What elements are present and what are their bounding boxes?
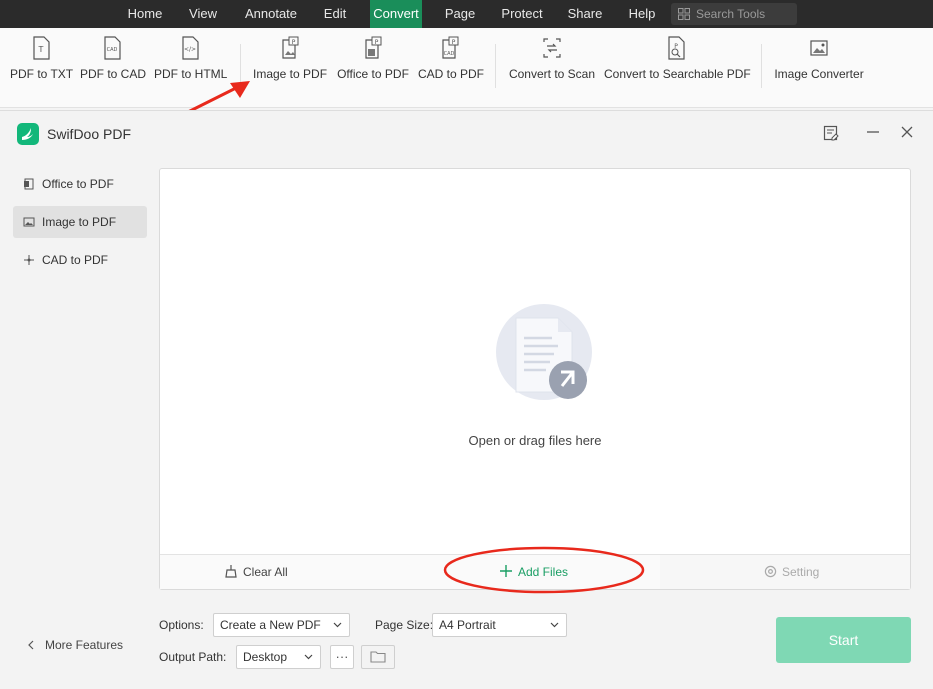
- minimize-icon[interactable]: [864, 125, 882, 143]
- image-icon: [23, 217, 35, 227]
- image-converter-icon: [810, 40, 828, 56]
- menu-edit[interactable]: Edit: [315, 0, 355, 28]
- search-tools-icon: [678, 8, 690, 20]
- svg-text:P: P: [375, 39, 379, 46]
- pdf-to-cad-label: PDF to CAD: [80, 67, 147, 81]
- pdf-to-txt-label: PDF to TXT: [10, 67, 74, 81]
- convert-to-scan-button[interactable]: Convert to Scan: [508, 36, 596, 81]
- upload-document-icon: [496, 304, 592, 400]
- menu-home[interactable]: Home: [117, 0, 173, 28]
- convert-to-scan-icon: [543, 38, 561, 58]
- svg-text:</>: </>: [184, 46, 196, 53]
- ribbon-separator: [761, 44, 762, 88]
- clear-all-button[interactable]: Clear All: [224, 555, 304, 589]
- more-features-label: More Features: [45, 638, 124, 652]
- office-to-pdf-icon: P: [365, 36, 382, 59]
- menu-share[interactable]: Share: [562, 0, 608, 28]
- office-icon: [24, 178, 34, 190]
- office-to-pdf-button[interactable]: P Office to PDF: [336, 36, 410, 81]
- sidebar-item-label: Image to PDF: [42, 215, 117, 229]
- menu-view[interactable]: View: [181, 0, 225, 28]
- setting-button[interactable]: Setting: [764, 555, 834, 589]
- pdf-to-html-icon: </>: [182, 36, 199, 60]
- chevron-down-icon: [550, 622, 559, 628]
- start-button[interactable]: Start: [776, 617, 911, 663]
- menu-page[interactable]: Page: [438, 0, 482, 28]
- options-label: Options:: [159, 618, 204, 632]
- search-tools-placeholder: Search Tools: [696, 7, 766, 21]
- convert-ribbon: T PDF to TXT CAD PDF to CAD </> PDF to H…: [0, 28, 933, 108]
- pdf-to-txt-button[interactable]: T PDF to TXT: [10, 36, 74, 81]
- menu-help[interactable]: Help: [621, 0, 663, 28]
- page-size-label: Page Size:: [375, 618, 434, 632]
- image-converter-button[interactable]: Image Converter: [773, 36, 865, 81]
- output-path-select[interactable]: Desktop: [236, 645, 321, 669]
- page-size-select[interactable]: A4 Portrait: [432, 613, 567, 637]
- svg-text:T: T: [38, 45, 44, 54]
- clear-all-label: Clear All: [243, 565, 288, 579]
- options-select[interactable]: Create a New PDF: [213, 613, 350, 637]
- svg-text:CAD: CAD: [444, 51, 455, 57]
- sidebar-item-label: CAD to PDF: [42, 253, 109, 267]
- office-to-pdf-label: Office to PDF: [337, 67, 409, 81]
- browse-more-button[interactable]: ···: [330, 645, 354, 669]
- image-to-pdf-button[interactable]: P Image to PDF: [253, 36, 327, 81]
- chevron-down-icon: [304, 654, 313, 660]
- searchable-pdf-icon: P: [668, 36, 685, 60]
- options-value: Create a New PDF: [220, 618, 321, 632]
- folder-icon: [370, 651, 386, 663]
- convert-to-searchable-pdf-button[interactable]: P Convert to Searchable PDF: [604, 36, 751, 81]
- image-converter-label: Image Converter: [774, 67, 864, 81]
- open-folder-button[interactable]: [361, 645, 395, 669]
- menu-annotate[interactable]: Annotate: [236, 0, 306, 28]
- pdf-to-cad-button[interactable]: CAD PDF to CAD: [80, 36, 147, 81]
- image-to-pdf-label: Image to PDF: [253, 67, 328, 81]
- drop-zone-hint: Open or drag files here: [468, 433, 602, 448]
- gear-icon: [764, 565, 777, 578]
- search-tools-input[interactable]: Search Tools: [671, 3, 797, 25]
- page-size-value: A4 Portrait: [439, 618, 496, 632]
- close-icon[interactable]: [898, 125, 916, 143]
- annotation-ellipse: [443, 546, 645, 594]
- swifdoo-logo-icon: [17, 123, 39, 145]
- output-path-value: Desktop: [243, 650, 288, 664]
- chevron-left-icon: [28, 640, 34, 650]
- svg-text:CAD: CAD: [107, 47, 118, 53]
- sidebar-item-label: Office to PDF: [42, 177, 114, 191]
- convert-to-searchable-pdf-label: Convert to Searchable PDF: [604, 67, 751, 81]
- sidebar-item-cad-to-pdf[interactable]: CAD to PDF: [13, 244, 147, 276]
- menu-convert[interactable]: Convert: [370, 0, 422, 28]
- menu-bar: Home View Annotate Edit Convert Page Pro…: [0, 0, 933, 28]
- convert-to-scan-label: Convert to Scan: [508, 67, 596, 81]
- cad-to-pdf-icon: P CAD: [442, 36, 459, 59]
- cad-to-pdf-label: CAD to PDF: [418, 67, 485, 81]
- dialog-title: SwifDoo PDF: [47, 126, 132, 142]
- cad-icon: [24, 255, 34, 265]
- broom-icon: [225, 565, 237, 578]
- image-to-pdf-icon: P: [282, 36, 299, 59]
- ribbon-separator: [495, 44, 496, 88]
- more-features-link[interactable]: More Features: [27, 638, 123, 652]
- file-drop-zone[interactable]: Open or drag files here Clear All Add Fi…: [159, 168, 911, 590]
- feedback-icon[interactable]: [822, 125, 840, 143]
- chevron-down-icon: [333, 622, 342, 628]
- svg-text:P: P: [292, 39, 296, 46]
- setting-label: Setting: [782, 565, 820, 579]
- sidebar-item-office-to-pdf[interactable]: Office to PDF: [13, 168, 147, 200]
- menu-protect[interactable]: Protect: [494, 0, 550, 28]
- pdf-to-txt-icon: T: [33, 36, 50, 60]
- sidebar-item-image-to-pdf[interactable]: Image to PDF: [13, 206, 147, 238]
- svg-text:P: P: [452, 39, 456, 46]
- pdf-to-html-button[interactable]: </> PDF to HTML: [154, 36, 227, 81]
- output-path-label: Output Path:: [159, 650, 227, 664]
- convert-dialog: SwifDoo PDF Office to PDF Image to PDF C…: [0, 110, 933, 689]
- cad-to-pdf-button[interactable]: P CAD CAD to PDF: [418, 36, 485, 81]
- pdf-to-cad-icon: CAD: [104, 36, 121, 60]
